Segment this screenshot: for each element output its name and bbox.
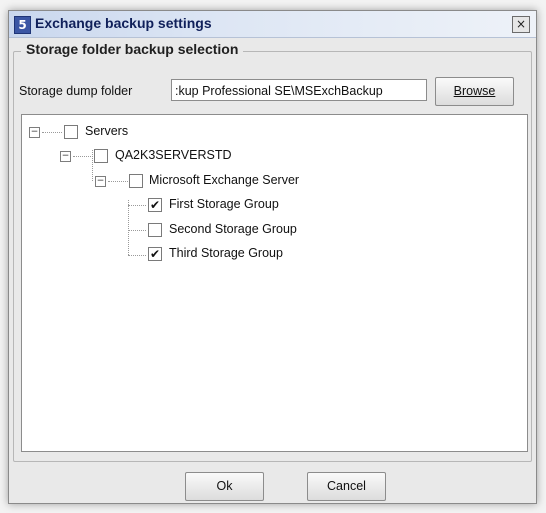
browse-label: Browse [453,84,496,98]
dump-folder-input[interactable]: :kup Professional SE\MSExchBackup [171,79,427,101]
close-button[interactable]: × [512,16,530,33]
exchange-checkbox[interactable] [129,174,143,188]
collapse-icon[interactable]: − [95,176,106,187]
third-group-checkbox[interactable]: ✔ [148,247,162,261]
tree-node-label: First Storage Group [169,197,279,211]
server-tree[interactable]: − Servers − QA2K3SERVERSTD − Microsoft E… [21,114,528,452]
dialog-title: Exchange backup settings [35,15,212,31]
tree-node-third-storage-group[interactable]: ✔ Third Storage Group [22,245,382,263]
dump-folder-label: Storage dump folder [19,84,133,98]
tree-node-label: Servers [85,124,129,138]
ok-button[interactable]: Ok [185,472,264,501]
cancel-label: Cancel [327,479,366,493]
cancel-button[interactable]: Cancel [307,472,386,501]
collapse-icon[interactable]: − [29,127,40,138]
server-checkbox[interactable] [94,149,108,163]
servers-checkbox[interactable] [64,125,78,139]
tree-node-first-storage-group[interactable]: ✔ First Storage Group [22,196,382,214]
tree-node-label: Second Storage Group [169,222,297,236]
tree-node-label: QA2K3SERVERSTD [115,148,232,162]
title-bar[interactable]: 5 Exchange backup settings × [9,11,536,38]
tree-node-label: Third Storage Group [169,246,283,260]
first-group-checkbox[interactable]: ✔ [148,198,162,212]
tree-node-label: Microsoft Exchange Server [149,173,300,187]
ok-label: Ok [216,479,233,493]
second-group-checkbox[interactable] [148,223,162,237]
browse-button[interactable]: Browse [435,77,514,106]
groupbox-title: Storage folder backup selection [21,41,244,57]
tree-node-servers[interactable]: − Servers [22,123,222,141]
dialog-window: 5 Exchange backup settings × Storage fol… [8,10,537,504]
tree-node-exchange[interactable]: − Microsoft Exchange Server [22,172,382,190]
tree-node-server[interactable]: − QA2K3SERVERSTD [22,147,322,165]
app-icon: 5 [14,16,31,34]
collapse-icon[interactable]: − [60,151,71,162]
tree-node-second-storage-group[interactable]: Second Storage Group [22,221,382,239]
